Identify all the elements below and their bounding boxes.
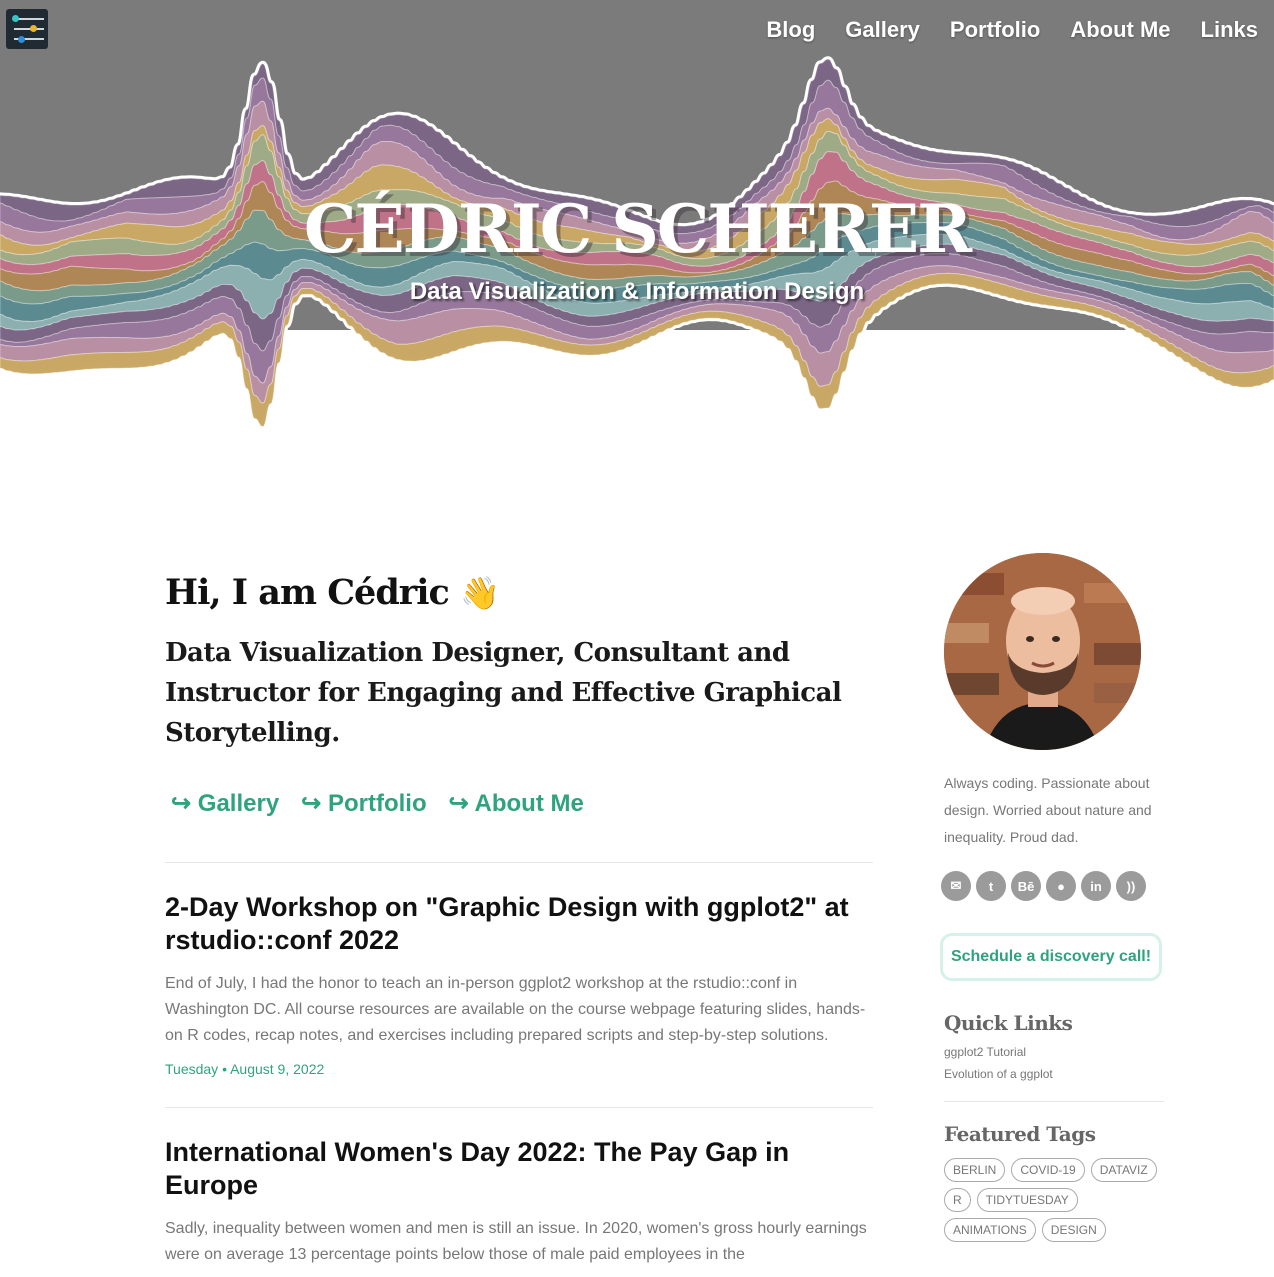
intro-link-label: About Me <box>474 790 584 817</box>
post-date: Tuesday • August 9, 2022 <box>165 1061 325 1077</box>
nav-item-about-me[interactable]: About Me <box>1070 17 1170 43</box>
intro-link-gallery[interactable]: ↪ Gallery <box>171 789 279 818</box>
author-bio: Always coding. Passionate about design. … <box>944 775 1152 845</box>
linkedin-icon[interactable]: in <box>1081 871 1111 901</box>
logo-dot <box>30 25 37 32</box>
main-nav: Blog Gallery Portfolio About Me Links <box>766 17 1258 43</box>
nav-item-blog[interactable]: Blog <box>766 17 815 43</box>
site-subtitle: Data Visualization & Information Design <box>409 278 865 305</box>
hero-banner: Blog Gallery Portfolio About Me Links CÉ… <box>0 0 1274 540</box>
quick-links-heading: Quick Links <box>944 1011 1073 1035</box>
tag-design[interactable]: DESIGN <box>1041 1218 1106 1242</box>
behance-icon[interactable]: Bē <box>1011 871 1041 901</box>
streamgraph-art <box>0 56 1274 430</box>
schedule-call-button[interactable]: Schedule a discovery call! <box>940 933 1162 981</box>
tag-r[interactable]: R <box>944 1188 971 1212</box>
quick-link[interactable]: ggplot2 Tutorial <box>944 1045 1166 1059</box>
intro-link-portfolio[interactable]: ↪ Portfolio <box>301 789 426 818</box>
site-logo[interactable] <box>6 9 48 49</box>
intro-link-label: Portfolio <box>327 790 427 817</box>
tag-berlin[interactable]: BERLIN <box>944 1158 1006 1182</box>
greeting-text: Hi, I am Cédric <box>165 572 450 613</box>
avatar <box>944 553 1141 750</box>
intro-links: ↪ Gallery ↪ Portfolio ↪ About Me <box>165 789 873 818</box>
sidebar-divider <box>944 1101 1164 1102</box>
sidebar: Always coding. Passionate about design. … <box>940 553 1166 1242</box>
post-title[interactable]: International Women's Day 2022: The Pay … <box>165 1136 873 1202</box>
twitter-icon[interactable]: t <box>976 871 1006 901</box>
intro-link-label: Gallery <box>197 790 280 817</box>
post-preview: International Women's Day 2022: The Pay … <box>165 1107 873 1268</box>
intro-greeting: Hi, I am Cédric 👋 <box>165 572 873 613</box>
nav-item-portfolio[interactable]: Portfolio <box>950 17 1040 43</box>
arrow-icon: ↪ <box>171 790 192 817</box>
post-excerpt: Sadly, inequality between women and men … <box>165 1220 867 1263</box>
intro-tagline: Data Visualization Designer, Consultant … <box>165 638 842 748</box>
arrow-icon: ↪ <box>448 790 469 817</box>
main-content: Hi, I am Cédric 👋 Data Visualization Des… <box>165 572 873 1268</box>
tag-tidytuesday[interactable]: TIDYTUESDAY <box>976 1188 1078 1212</box>
wave-emoji-icon: 👋 <box>460 574 500 612</box>
post-preview: 2-Day Workshop on "Graphic Design with g… <box>165 862 873 1077</box>
post-excerpt: End of July, I had the honor to teach an… <box>165 975 866 1044</box>
avatar-portrait <box>944 553 1141 750</box>
logo-dot <box>12 15 19 22</box>
logo-dot <box>18 36 25 43</box>
rss-icon[interactable]: )) <box>1116 871 1146 901</box>
arrow-icon: ↪ <box>301 790 322 817</box>
email-icon[interactable]: ✉ <box>941 871 971 901</box>
quick-link[interactable]: Evolution of a ggplot <box>944 1067 1166 1081</box>
featured-tags-heading: Featured Tags <box>944 1122 1096 1146</box>
tag-animations[interactable]: ANIMATIONS <box>944 1218 1036 1242</box>
tag-covid-19[interactable]: COVID-19 <box>1011 1158 1085 1182</box>
site-title: CÉDRIC SCHERER <box>303 190 972 268</box>
nav-item-links[interactable]: Links <box>1201 17 1258 43</box>
intro-link-about-me[interactable]: ↪ About Me <box>449 789 584 818</box>
nav-item-gallery[interactable]: Gallery <box>845 17 920 43</box>
featured-tags: BERLIN COVID-19 DATAVIZ R TIDYTUESDAY AN… <box>944 1158 1166 1242</box>
tag-dataviz[interactable]: DATAVIZ <box>1090 1158 1157 1182</box>
quick-links-list: ggplot2 Tutorial Evolution of a ggplot <box>944 1045 1166 1081</box>
github-icon[interactable]: ● <box>1046 871 1076 901</box>
social-links: ✉ t Bē ● in )) <box>941 871 1166 901</box>
post-title[interactable]: 2-Day Workshop on "Graphic Design with g… <box>165 891 873 957</box>
logo-line <box>14 28 44 30</box>
